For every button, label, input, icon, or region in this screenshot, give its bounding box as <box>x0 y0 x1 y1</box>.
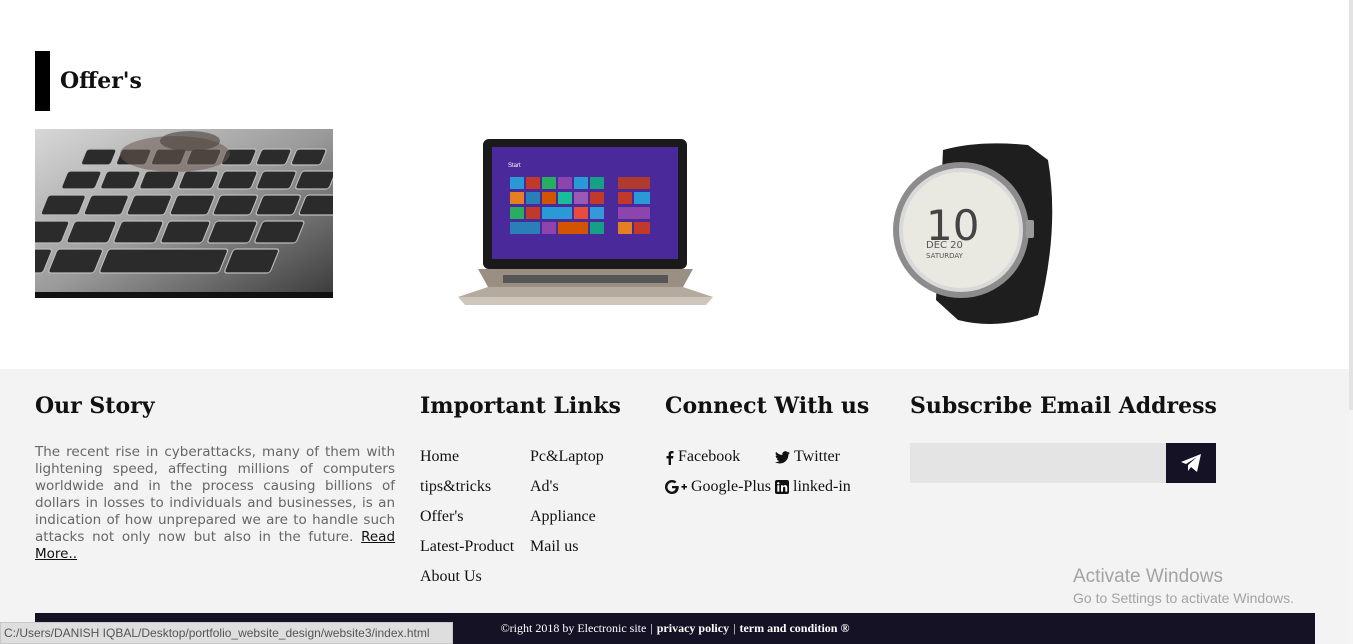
important-links-list: Home Pc&Laptop tips&tricks Ad's Offer's … <box>420 447 640 587</box>
heading-accent-bar <box>35 51 50 111</box>
linkedin-label: linked-in <box>793 478 851 495</box>
subscribe-title: Subscribe Email Address <box>910 393 1217 419</box>
important-links-title: Important Links <box>420 393 621 419</box>
subscribe-form <box>910 443 1216 483</box>
footer-link-home[interactable]: Home <box>420 447 530 467</box>
our-story-text: The recent rise in cyberattacks, many of… <box>35 444 395 563</box>
smartwatch-offer-image[interactable]: 10 DEC 20 SATURDAY <box>888 140 1060 330</box>
page-scrollbar[interactable] <box>1349 0 1353 644</box>
offers-title: Offer's <box>60 68 142 94</box>
footer-link-tips-tricks[interactable]: tips&tricks <box>420 477 530 497</box>
linkedin-icon <box>775 480 789 494</box>
laptop-offer-image[interactable]: Start <box>458 137 713 309</box>
facebook-link[interactable]: Facebook <box>665 447 775 467</box>
connect-title: Connect With us <box>665 393 870 419</box>
our-story-title: Our Story <box>35 393 155 419</box>
watch-date: DEC 20 <box>926 240 963 251</box>
copyright-text: ©right 2018 by Electronic site <box>500 621 647 635</box>
footer-link-latest-product[interactable]: Latest-Product <box>420 537 530 557</box>
windows-activation-watermark: Activate Windows Go to Settings to activ… <box>1073 566 1294 608</box>
separator: | <box>650 621 653 635</box>
twitter-label: Twitter <box>794 448 840 465</box>
linkedin-link[interactable]: linked-in <box>775 477 885 497</box>
site-footer: Our Story The recent rise in cyberattack… <box>0 369 1349 644</box>
subscribe-button[interactable] <box>1166 443 1216 483</box>
terms-link[interactable]: term and condition ® <box>739 621 849 636</box>
separator: | <box>733 621 736 635</box>
footer-link-mail-us[interactable]: Mail us <box>530 537 640 557</box>
footer-link-appliance[interactable]: Appliance <box>530 507 640 527</box>
send-icon <box>1181 454 1201 472</box>
facebook-label: Facebook <box>678 448 741 465</box>
our-story-body: The recent rise in cyberattacks, many of… <box>35 444 395 545</box>
google-plus-label: Google-Plus <box>691 478 771 495</box>
privacy-policy-link[interactable]: privacy policy <box>657 621 729 636</box>
twitter-link[interactable]: Twitter <box>775 447 885 467</box>
footer-link-about-us[interactable]: About Us <box>420 567 530 587</box>
watermark-subtitle: Go to Settings to activate Windows. <box>1073 590 1294 606</box>
footer-link-offers[interactable]: Offer's <box>420 507 530 527</box>
scrollbar-thumb[interactable] <box>1349 0 1353 410</box>
laptop-screen-label: Start <box>508 163 521 169</box>
google-plus-link[interactable]: Google-Plus <box>665 477 775 497</box>
facebook-icon <box>666 450 674 465</box>
social-links: Facebook Twitter Google-Plus linked-in <box>665 447 885 497</box>
email-input[interactable] <box>910 443 1166 483</box>
browser-status-url: C:/Users/DANISH IQBAL/Desktop/portfolio_… <box>0 622 453 644</box>
keyboard-offer-image[interactable] <box>35 129 333 298</box>
footer-link-pc-laptop[interactable]: Pc&Laptop <box>530 447 640 467</box>
footer-link-ads[interactable]: Ad's <box>530 477 640 497</box>
offers-heading: Offer's <box>35 51 142 111</box>
twitter-icon <box>775 450 790 463</box>
watermark-title: Activate Windows <box>1073 566 1223 587</box>
google-plus-icon <box>665 480 687 494</box>
watch-day: SATURDAY <box>926 252 964 260</box>
